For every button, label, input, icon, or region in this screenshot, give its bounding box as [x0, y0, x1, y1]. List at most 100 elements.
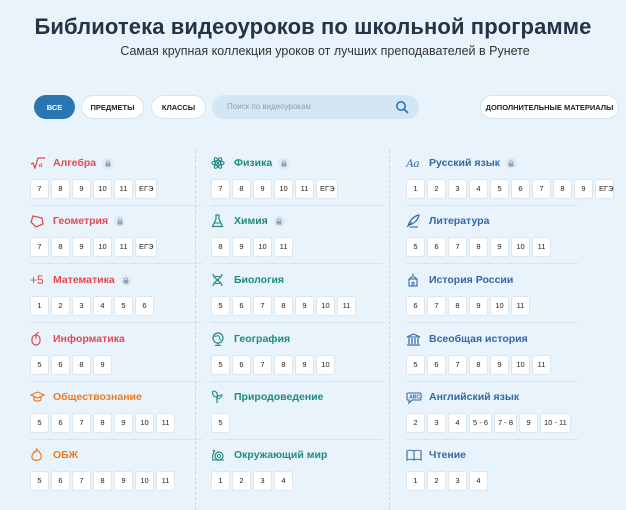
subject-link[interactable]: История России: [406, 271, 576, 289]
grade-button[interactable]: 9: [232, 237, 251, 257]
grade-button[interactable]: 11: [156, 413, 175, 433]
grade-button[interactable]: 5: [114, 296, 133, 316]
grade-button[interactable]: 6: [51, 355, 70, 375]
subject-link[interactable]: Биология: [211, 271, 381, 289]
grade-button[interactable]: 3: [448, 179, 467, 199]
grade-button[interactable]: ЕГЭ: [316, 179, 339, 199]
grade-button[interactable]: 6: [135, 296, 154, 316]
grade-button[interactable]: 7: [448, 237, 467, 257]
grade-button[interactable]: ЕГЭ: [135, 237, 158, 257]
subject-link[interactable]: ОБЖ: [30, 446, 200, 464]
grade-button[interactable]: 4: [448, 413, 467, 433]
grade-button[interactable]: 5: [211, 355, 230, 375]
filter-classes-button[interactable]: КЛАССЫ: [151, 95, 206, 119]
grade-button[interactable]: 5: [211, 296, 230, 316]
grade-button[interactable]: 4: [469, 179, 488, 199]
grade-button[interactable]: 8: [211, 237, 230, 257]
subject-link[interactable]: Физика: [211, 154, 381, 172]
grade-button[interactable]: 6: [427, 237, 446, 257]
grade-button[interactable]: 9: [114, 413, 133, 433]
grade-button[interactable]: 8: [274, 296, 293, 316]
grade-button[interactable]: 7: [427, 296, 446, 316]
grade-button[interactable]: 5 - 6: [469, 413, 493, 433]
grade-button[interactable]: 7: [448, 355, 467, 375]
grade-button[interactable]: 11: [156, 471, 175, 491]
grade-button[interactable]: 4: [469, 471, 488, 491]
grade-button[interactable]: 8: [51, 237, 70, 257]
grade-button[interactable]: 10: [274, 179, 293, 199]
grade-button[interactable]: 7: [253, 355, 272, 375]
subject-link[interactable]: ABC Английский язык: [406, 388, 576, 406]
grade-button[interactable]: ЕГЭ: [595, 179, 614, 199]
grade-button[interactable]: 4: [93, 296, 112, 316]
subject-link[interactable]: Окружающий мир: [211, 446, 381, 464]
subject-link[interactable]: Aa Русский язык: [406, 154, 576, 172]
subject-link[interactable]: Природоведение: [211, 388, 381, 406]
grade-button[interactable]: 10: [135, 471, 154, 491]
grade-button[interactable]: 10: [253, 237, 272, 257]
grade-button[interactable]: 6: [427, 355, 446, 375]
grade-button[interactable]: 6: [51, 471, 70, 491]
grade-button[interactable]: 8: [232, 179, 251, 199]
grade-button[interactable]: 1: [211, 471, 230, 491]
grade-button[interactable]: 9: [93, 355, 112, 375]
grade-button[interactable]: 8: [93, 413, 112, 433]
subject-link[interactable]: Всеобщая история: [406, 330, 576, 348]
grade-button[interactable]: 5: [30, 413, 49, 433]
grade-button[interactable]: 3: [253, 471, 272, 491]
grade-button[interactable]: 8: [553, 179, 572, 199]
grade-button[interactable]: 8: [469, 355, 488, 375]
grade-button[interactable]: 8: [72, 355, 91, 375]
grade-button[interactable]: 3: [427, 413, 446, 433]
grade-button[interactable]: 10 - 11: [540, 413, 571, 433]
grade-button[interactable]: 1: [406, 179, 425, 199]
subject-link[interactable]: Информатика: [30, 330, 200, 348]
grade-button[interactable]: 10: [511, 355, 530, 375]
grade-button[interactable]: 9: [490, 237, 509, 257]
grade-button[interactable]: 9: [490, 355, 509, 375]
grade-button[interactable]: 3: [448, 471, 467, 491]
grade-button[interactable]: 10: [511, 237, 530, 257]
grade-button[interactable]: 10: [93, 179, 112, 199]
grade-button[interactable]: 2: [406, 413, 425, 433]
grade-button[interactable]: 5: [406, 237, 425, 257]
grade-button[interactable]: 9: [253, 179, 272, 199]
grade-button[interactable]: 9: [295, 355, 314, 375]
grade-button[interactable]: 5: [30, 471, 49, 491]
grade-button[interactable]: 5: [490, 179, 509, 199]
subject-link[interactable]: Геометрия: [30, 212, 200, 230]
grade-button[interactable]: 7: [72, 413, 91, 433]
grade-button[interactable]: 8: [469, 237, 488, 257]
extra-materials-button[interactable]: ДОПОЛНИТЕЛЬНЫЕ МАТЕРИАЛЫ: [480, 95, 619, 119]
grade-button[interactable]: ЕГЭ: [135, 179, 158, 199]
filter-subjects-button[interactable]: ПРЕДМЕТЫ: [81, 95, 144, 119]
search-input[interactable]: Поиск по видеоурокам: [212, 95, 419, 119]
subject-link[interactable]: Литература: [406, 212, 576, 230]
grade-button[interactable]: 7: [30, 179, 49, 199]
grade-button[interactable]: 1: [406, 471, 425, 491]
grade-button[interactable]: 7: [253, 296, 272, 316]
subject-link[interactable]: География: [211, 330, 381, 348]
grade-button[interactable]: 11: [532, 355, 551, 375]
grade-button[interactable]: 9: [519, 413, 539, 433]
grade-button[interactable]: 10: [93, 237, 112, 257]
grade-button[interactable]: 11: [511, 296, 530, 316]
grade-button[interactable]: 6: [406, 296, 425, 316]
filter-all-button[interactable]: ВСЕ: [34, 95, 75, 119]
subject-link[interactable]: a Алгебра: [30, 154, 200, 172]
grade-button[interactable]: 4: [274, 471, 293, 491]
subject-link[interactable]: +5 Математика: [30, 271, 200, 289]
search-icon[interactable]: [395, 100, 409, 114]
grade-button[interactable]: 8: [448, 296, 467, 316]
grade-button[interactable]: 9: [295, 296, 314, 316]
grade-button[interactable]: 10: [135, 413, 154, 433]
grade-button[interactable]: 2: [427, 179, 446, 199]
grade-button[interactable]: 6: [232, 296, 251, 316]
grade-button[interactable]: 2: [427, 471, 446, 491]
grade-button[interactable]: 6: [232, 355, 251, 375]
grade-button[interactable]: 6: [51, 413, 70, 433]
grade-button[interactable]: 7: [72, 471, 91, 491]
grade-button[interactable]: 9: [72, 237, 91, 257]
grade-button[interactable]: 11: [337, 296, 356, 316]
grade-button[interactable]: 10: [490, 296, 509, 316]
